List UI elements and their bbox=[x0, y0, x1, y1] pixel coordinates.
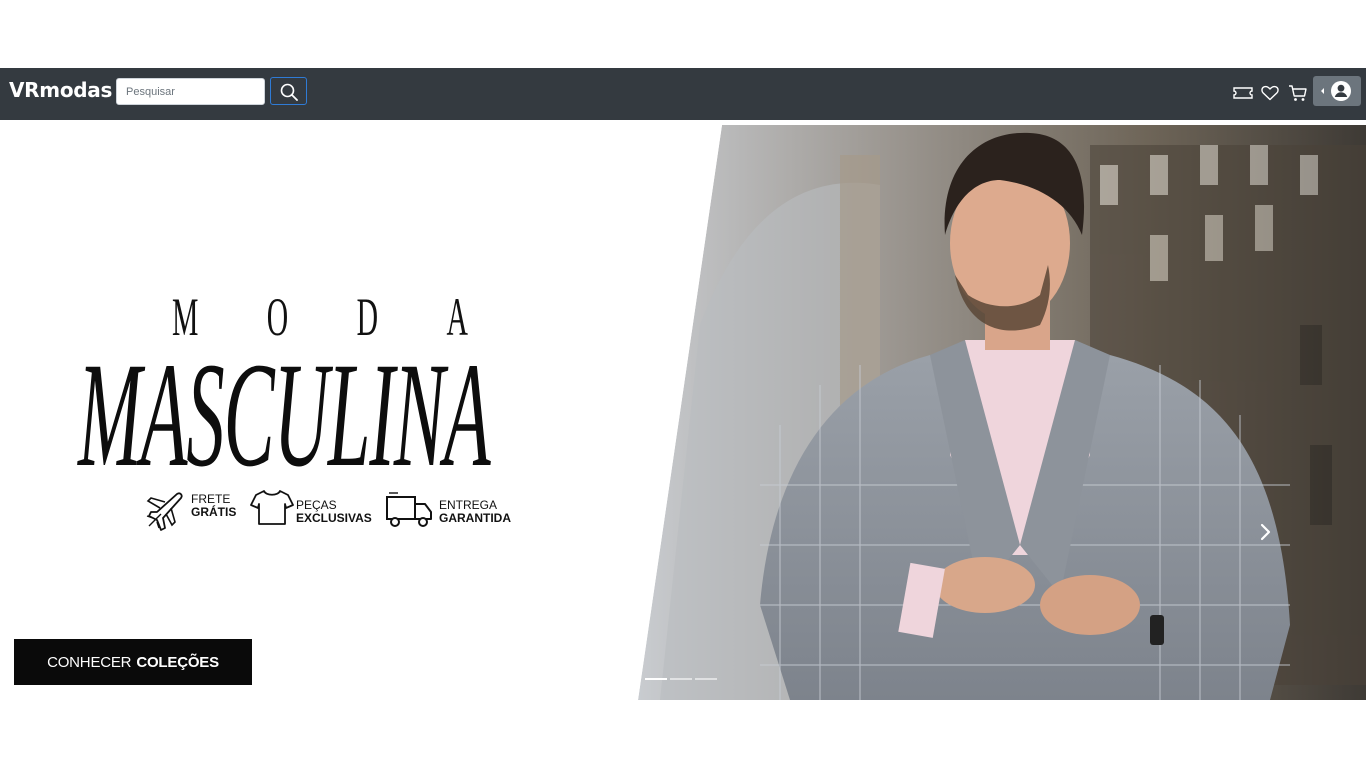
carousel-indicator[interactable] bbox=[695, 678, 717, 680]
carousel-indicators bbox=[645, 678, 717, 680]
carousel-indicator[interactable] bbox=[645, 678, 667, 680]
user-menu-button[interactable] bbox=[1313, 76, 1361, 106]
caret-left-icon bbox=[1321, 88, 1324, 94]
feature-label-line2: GRÁTIS bbox=[191, 505, 237, 519]
search-icon bbox=[280, 83, 298, 101]
heart-icon bbox=[1261, 85, 1279, 101]
brand-logo[interactable]: VRmodas bbox=[9, 76, 112, 104]
search-button[interactable] bbox=[270, 77, 307, 105]
chevron-right-icon bbox=[1260, 523, 1271, 541]
cta-label-bold: COLEÇÕES bbox=[136, 653, 219, 671]
cart-button[interactable] bbox=[1287, 82, 1309, 104]
carousel-indicator[interactable] bbox=[670, 678, 692, 680]
carousel-next-button[interactable] bbox=[1253, 520, 1277, 544]
search-input[interactable] bbox=[116, 78, 265, 105]
truck-icon bbox=[386, 492, 432, 527]
airplane-icon bbox=[146, 492, 183, 531]
feature-label-line2: GARANTIDA bbox=[439, 511, 511, 525]
user-avatar-icon bbox=[1331, 81, 1351, 101]
hero-title: MASCULINA bbox=[78, 332, 491, 498]
explore-collections-button[interactable]: CONHECER COLEÇÕES bbox=[14, 639, 252, 685]
ticket-icon bbox=[1233, 87, 1253, 99]
wishlist-button[interactable] bbox=[1259, 82, 1281, 104]
ticket-button[interactable] bbox=[1232, 82, 1254, 104]
feature-label-line2: EXCLUSIVAS bbox=[296, 511, 372, 525]
top-navbar: VRmodas bbox=[0, 68, 1366, 120]
cta-label-normal: CONHECER bbox=[47, 653, 132, 671]
tshirt-icon bbox=[250, 490, 294, 525]
cart-icon bbox=[1289, 85, 1307, 101]
